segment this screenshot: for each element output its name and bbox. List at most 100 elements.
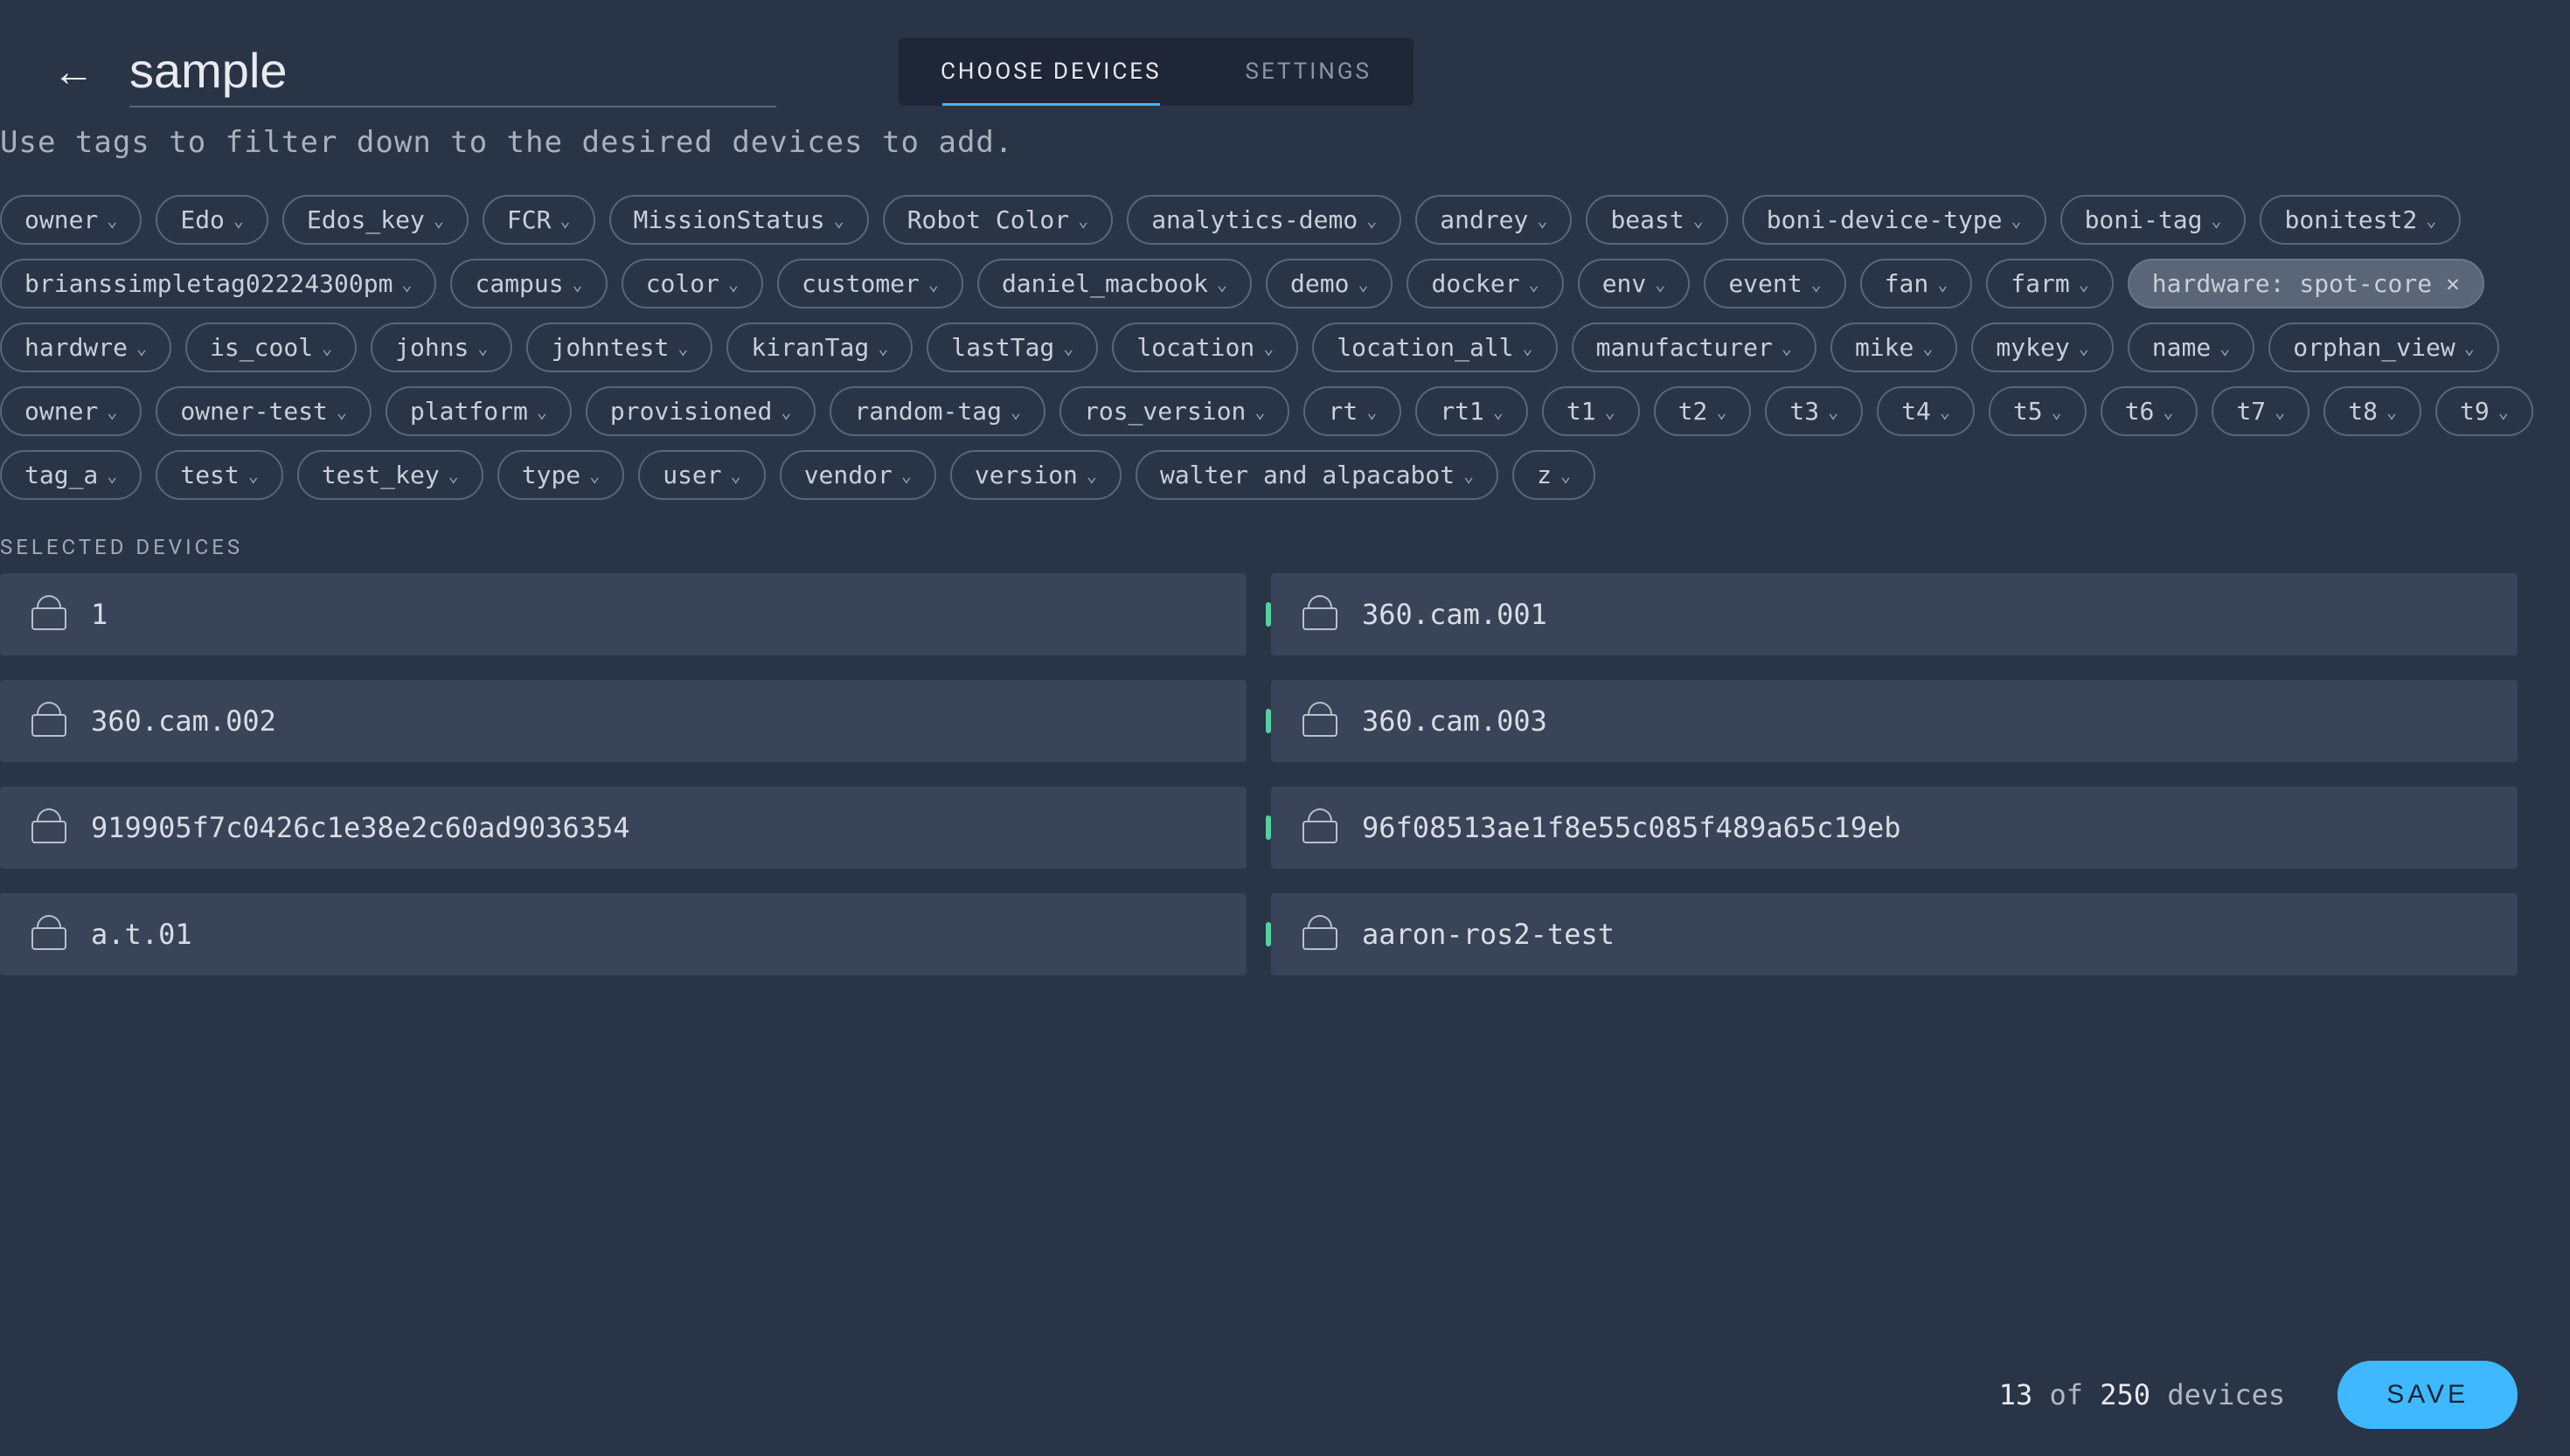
- filter-tag[interactable]: owner⌄: [0, 386, 142, 436]
- filter-tag[interactable]: z⌄: [1512, 450, 1595, 500]
- tag-label: rt: [1328, 397, 1358, 426]
- device-row[interactable]: a.t.01: [0, 893, 1247, 975]
- filter-tag[interactable]: hardwre⌄: [0, 322, 171, 372]
- filter-tag[interactable]: Edo⌄: [156, 195, 268, 245]
- chevron-down-icon: ⌄: [1922, 337, 1933, 358]
- device-row[interactable]: 360.cam.002: [0, 680, 1247, 762]
- device-row[interactable]: 360.cam.003: [1271, 680, 2518, 762]
- filter-tag[interactable]: test_key⌄: [297, 450, 483, 500]
- filter-tag[interactable]: docker⌄: [1407, 259, 1563, 309]
- filter-tag[interactable]: customer⌄: [777, 259, 963, 309]
- filter-tag[interactable]: owner-test⌄: [156, 386, 372, 436]
- device-row[interactable]: 360.cam.001: [1271, 573, 2518, 655]
- tag-label: owner: [24, 397, 98, 426]
- tag-label: mykey: [1996, 333, 2069, 362]
- tab-settings[interactable]: SETTINGS: [1204, 38, 1414, 106]
- device-name: aaron-ros2-test: [1362, 918, 1615, 951]
- tag-label: hardware: spot-core: [2152, 269, 2432, 298]
- back-arrow-icon[interactable]: ←: [52, 51, 94, 93]
- filter-tag[interactable]: manufacturer⌄: [1572, 322, 1816, 372]
- tag-label: johntest: [551, 333, 669, 362]
- chevron-down-icon: ⌄: [1063, 337, 1073, 358]
- chevron-down-icon: ⌄: [1366, 401, 1377, 422]
- chevron-down-icon: ⌄: [136, 337, 147, 358]
- device-row[interactable]: 96f08513ae1f8e55c085f489a65c19eb: [1271, 787, 2518, 869]
- chevron-down-icon: ⌄: [107, 465, 117, 486]
- tag-label: vendor: [804, 461, 893, 489]
- filter-tag[interactable]: location⌄: [1112, 322, 1298, 372]
- tag-label: farm: [2011, 269, 2069, 298]
- save-button[interactable]: SAVE: [2337, 1361, 2518, 1429]
- filter-tag[interactable]: Robot Color⌄: [883, 195, 1113, 245]
- device-icon: [1299, 599, 1337, 630]
- filter-tag[interactable]: t9⌄: [2435, 386, 2533, 436]
- filter-tag[interactable]: provisioned⌄: [586, 386, 816, 436]
- filter-tag[interactable]: mike⌄: [1830, 322, 1957, 372]
- filter-tag[interactable]: ros_version⌄: [1059, 386, 1289, 436]
- filter-tag[interactable]: rt1⌄: [1415, 386, 1528, 436]
- filter-tag[interactable]: event⌄: [1704, 259, 1845, 309]
- filter-tag[interactable]: campus⌄: [450, 259, 607, 309]
- filter-tag[interactable]: farm⌄: [1986, 259, 2113, 309]
- filter-tag[interactable]: t4⌄: [1877, 386, 1975, 436]
- filter-tag[interactable]: t2⌄: [1654, 386, 1752, 436]
- filter-tag[interactable]: kiranTag⌄: [726, 322, 913, 372]
- filter-tag[interactable]: t6⌄: [2101, 386, 2198, 436]
- filter-tag[interactable]: hardware: spot-core ✕: [2128, 259, 2484, 309]
- filter-tag[interactable]: andrey⌄: [1415, 195, 1572, 245]
- device-icon: [1299, 705, 1337, 737]
- tag-label: t6: [2125, 397, 2155, 426]
- filter-tag[interactable]: platform⌄: [386, 386, 572, 436]
- filter-tag[interactable]: env⌄: [1578, 259, 1691, 309]
- device-row[interactable]: aaron-ros2-test: [1271, 893, 2518, 975]
- filter-tag[interactable]: t8⌄: [2323, 386, 2421, 436]
- view-name-input[interactable]: [129, 35, 776, 107]
- filter-tag[interactable]: user⌄: [638, 450, 765, 500]
- filter-tag[interactable]: t3⌄: [1765, 386, 1863, 436]
- tab-choose-devices[interactable]: CHOOSE DEVICES: [899, 38, 1204, 106]
- filter-tag[interactable]: analytics-demo⌄: [1127, 195, 1401, 245]
- filter-tag[interactable]: bonitest2⌄: [2260, 195, 2461, 245]
- filter-tag[interactable]: random-tag⌄: [830, 386, 1045, 436]
- filter-tag[interactable]: walter and alpacabot⌄: [1136, 450, 1498, 500]
- filter-tag[interactable]: fan⌄: [1860, 259, 1973, 309]
- filter-tag[interactable]: tag_a⌄: [0, 450, 142, 500]
- filter-tag[interactable]: t5⌄: [1989, 386, 2087, 436]
- filter-tag[interactable]: FCR⌄: [483, 195, 595, 245]
- filter-tag[interactable]: Edos_key⌄: [282, 195, 469, 245]
- filter-tag[interactable]: name⌄: [2128, 322, 2254, 372]
- filter-tag[interactable]: johns⌄: [371, 322, 512, 372]
- close-icon[interactable]: ✕: [2446, 271, 2460, 297]
- filter-tag[interactable]: lastTag⌄: [927, 322, 1098, 372]
- filter-tag[interactable]: boni-tag⌄: [2060, 195, 2247, 245]
- tag-label: daniel_macbook: [1002, 269, 1208, 298]
- filter-tag[interactable]: version⌄: [950, 450, 1122, 500]
- filter-tag[interactable]: t1⌄: [1542, 386, 1640, 436]
- filter-tag[interactable]: orphan_view⌄: [2268, 322, 2498, 372]
- filter-tag[interactable]: rt ⌄: [1303, 386, 1401, 436]
- filter-tag[interactable]: mykey⌄: [1971, 322, 2113, 372]
- filter-tag[interactable]: type⌄: [497, 450, 624, 500]
- chevron-down-icon: ⌄: [322, 337, 332, 358]
- tag-filter-area: owner⌄Edo⌄Edos_key⌄FCR⌄MissionStatus⌄Rob…: [0, 195, 2570, 517]
- filter-tag[interactable]: johntest⌄: [526, 322, 712, 372]
- filter-tag[interactable]: boni-device-type⌄: [1742, 195, 2046, 245]
- chevron-down-icon: ⌄: [1358, 274, 1368, 295]
- filter-tag[interactable]: color⌄: [622, 259, 763, 309]
- filter-tag[interactable]: is_cool⌄: [185, 322, 357, 372]
- filter-tag[interactable]: test⌄: [156, 450, 282, 500]
- filter-tag[interactable]: location_all⌄: [1312, 322, 1557, 372]
- filter-tag[interactable]: owner⌄: [0, 195, 142, 245]
- filter-tag[interactable]: beast⌄: [1586, 195, 1727, 245]
- device-name: 360.cam.002: [91, 704, 276, 738]
- filter-tag[interactable]: vendor⌄: [780, 450, 936, 500]
- device-row[interactable]: 1: [0, 573, 1247, 655]
- filter-tag[interactable]: daniel_macbook⌄: [977, 259, 1252, 309]
- filter-tag[interactable]: demo⌄: [1266, 259, 1393, 309]
- filter-tag[interactable]: brianssimpletag02224300pm⌄: [0, 259, 436, 309]
- device-row[interactable]: 919905f7c0426c1e38e2c60ad9036354: [0, 787, 1247, 869]
- filter-tag[interactable]: MissionStatus⌄: [609, 195, 869, 245]
- filter-tag[interactable]: t7⌄: [2212, 386, 2310, 436]
- chevron-down-icon: ⌄: [2052, 401, 2062, 422]
- tag-label: campus: [475, 269, 563, 298]
